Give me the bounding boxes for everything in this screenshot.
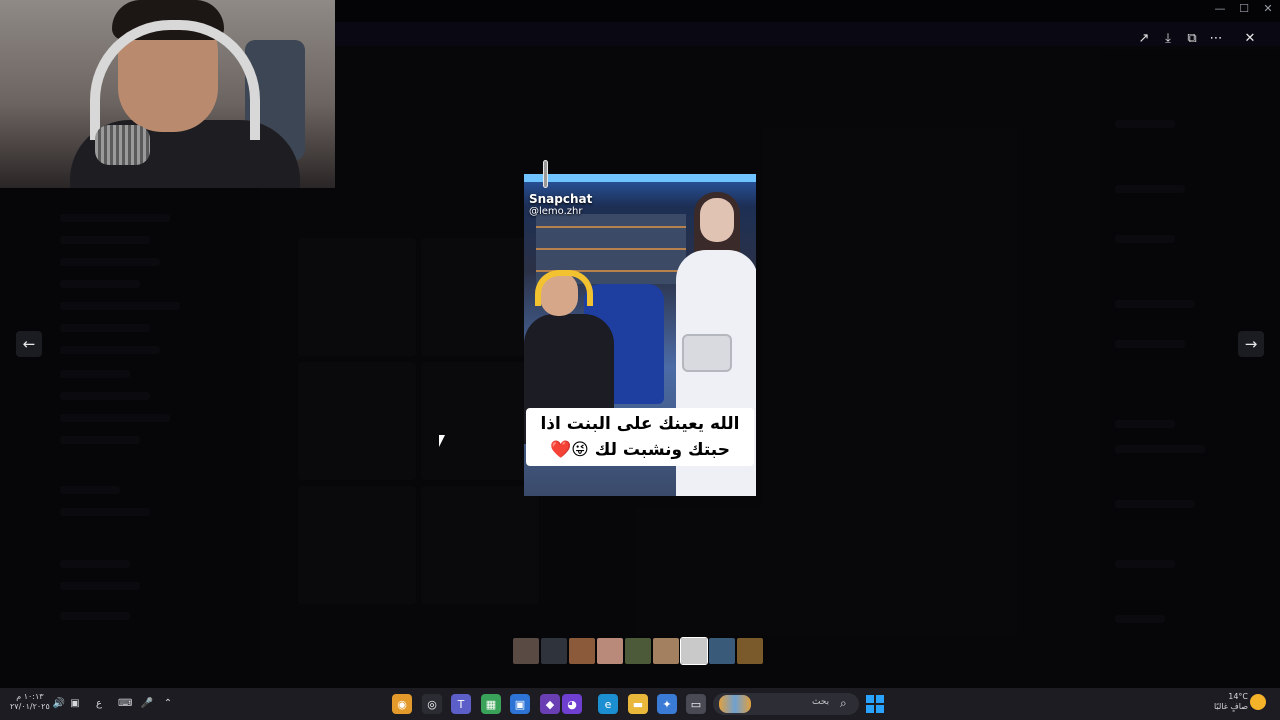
- edge-icon[interactable]: e: [598, 694, 618, 714]
- snapchat-label: Snapchat: [529, 192, 593, 206]
- weather-description: صافٍ غالبًا: [1214, 702, 1248, 711]
- discord-icon[interactable]: ◕: [562, 694, 582, 714]
- yellow-headset: [535, 270, 593, 306]
- close-viewer-button[interactable]: ✕: [1239, 28, 1261, 48]
- scrubber-handle[interactable]: [543, 160, 548, 188]
- next-media-button[interactable]: →: [1238, 331, 1264, 357]
- keyboard-icon[interactable]: ⌨: [118, 698, 132, 709]
- search-placeholder: بحث: [812, 697, 830, 707]
- download-button[interactable]: ⤓: [1157, 28, 1179, 48]
- download-icon: ⤓: [1165, 30, 1171, 46]
- forward-button[interactable]: ↗: [1133, 28, 1155, 48]
- media-thumbnail[interactable]: [597, 638, 623, 664]
- media-thumbnail[interactable]: [709, 638, 735, 664]
- window-icon[interactable]: ▭: [686, 694, 706, 714]
- folder-icon[interactable]: ▬: [628, 694, 648, 714]
- widgets-icon[interactable]: ▦: [481, 694, 501, 714]
- clock[interactable]: ١٠:١٣ م ٢٧/٠١/٢٠٢٥: [10, 692, 50, 712]
- window-close-button[interactable]: ✕: [1256, 2, 1280, 15]
- speaker-icon[interactable]: 🔊: [52, 698, 66, 709]
- media-thumbnail[interactable]: [737, 638, 763, 664]
- previous-media-button[interactable]: ←: [16, 331, 42, 357]
- arrow-left-icon: ←: [22, 335, 36, 353]
- media-thumbnail[interactable]: [653, 638, 679, 664]
- media-thumbnail[interactable]: [680, 637, 708, 665]
- caption-line-2: حبتك ونشبت لك 😜❤️: [549, 440, 730, 460]
- store-icon[interactable]: ▣: [510, 694, 530, 714]
- led-strip: [524, 174, 756, 182]
- search-highlight-image: [719, 695, 751, 713]
- search-icon: ⌕: [840, 696, 847, 710]
- handbag: [682, 334, 732, 372]
- microphone: [95, 125, 150, 165]
- mouse-cursor-icon: [439, 435, 445, 447]
- teams-icon[interactable]: T: [451, 694, 471, 714]
- minimize-button[interactable]: —: [1208, 2, 1232, 15]
- weather-temperature: 14°C: [1228, 692, 1248, 701]
- open-in-browser-icon: ⧉: [1187, 30, 1197, 46]
- thumbnail-strip: [513, 637, 763, 665]
- maximize-button[interactable]: ☐: [1232, 2, 1256, 15]
- chevron-up-icon[interactable]: ⌃: [161, 698, 175, 709]
- media-preview[interactable]: Snapchat @lemo.zhr الله يعينك على البنت …: [524, 174, 756, 496]
- game-icon[interactable]: ◆: [540, 694, 560, 714]
- caption-line-1: الله يعينك على البنت اذا: [540, 414, 740, 434]
- weather-sun-icon: [1250, 694, 1266, 710]
- media-thumbnail[interactable]: [541, 638, 567, 664]
- media-thumbnail[interactable]: [513, 638, 539, 664]
- arrow-right-icon: →: [1244, 335, 1258, 353]
- weather-widget[interactable]: 14°C صافٍ غالبًا: [1208, 692, 1248, 712]
- clock-date: ٢٧/٠١/٢٠٢٥: [10, 702, 50, 711]
- language-indicator[interactable]: ع: [92, 698, 106, 709]
- woman-head: [700, 198, 734, 242]
- more-button[interactable]: ⋯: [1205, 28, 1227, 48]
- chrome-icon[interactable]: ◉: [392, 694, 412, 714]
- copilot-icon[interactable]: ✦: [657, 694, 677, 714]
- open-in-browser-button[interactable]: ⧉: [1181, 28, 1203, 48]
- close-icon: ✕: [1244, 30, 1256, 46]
- mic-icon[interactable]: 🎤: [140, 698, 154, 709]
- media-thumbnail[interactable]: [625, 638, 651, 664]
- video-caption: الله يعينك على البنت اذا حبتك ونشبت لك 😜…: [526, 408, 754, 466]
- more-icon: ⋯: [1209, 30, 1223, 46]
- start-button[interactable]: [866, 695, 884, 713]
- obs-icon[interactable]: ◎: [422, 694, 442, 714]
- forward-icon: ↗: [1138, 30, 1150, 46]
- clock-time: ١٠:١٣ م: [16, 692, 44, 701]
- headphones: [90, 20, 260, 140]
- webcam-overlay: [0, 0, 335, 188]
- network-icon[interactable]: ▣: [68, 698, 82, 709]
- media-thumbnail[interactable]: [569, 638, 595, 664]
- snapchat-handle: @lemo.zhr: [529, 206, 583, 217]
